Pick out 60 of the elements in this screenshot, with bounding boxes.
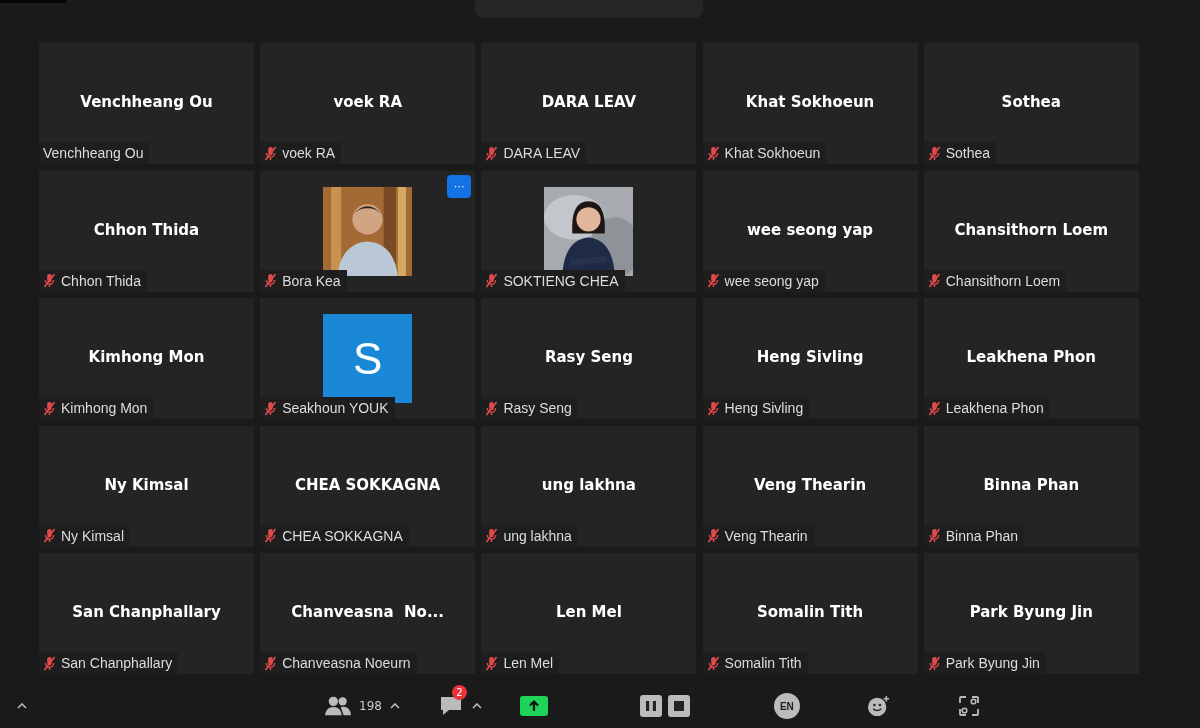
participant-name: Leakhena Phon [966, 348, 1096, 366]
unread-badge: 2 [451, 685, 467, 700]
participant-label: Rasy Seng [503, 400, 572, 416]
participant-label: Chansithorn Loem [945, 272, 1061, 289]
participant-name: Veng Thearin [754, 475, 867, 494]
participant-name: Khat Sokhoeun [745, 93, 875, 111]
participant-label: Leakhena Phon [945, 400, 1044, 416]
participant-label: Heng Sivling [724, 400, 804, 416]
participant-label: Park Byung Jin [945, 655, 1040, 671]
participant-label: Kimhong Mon [61, 400, 148, 416]
avatar-icon: S [323, 314, 413, 403]
participant-name: Somalin Tith [756, 603, 864, 621]
stop-button[interactable] [667, 695, 690, 717]
chevron-up-icon[interactable] [389, 703, 400, 709]
participant-label: Ny Kimsal [61, 527, 124, 544]
language-button[interactable]: EN [773, 693, 800, 719]
participant-label: DARA LEAV [503, 145, 581, 161]
participant-name: Kimhong Mon [88, 348, 205, 366]
participant-name: Venchheang Ou [80, 93, 213, 111]
participant-name: Heng Sivling [756, 348, 864, 366]
participant-name: Ny Kimsal [104, 475, 189, 494]
participant-name: Len Mel [555, 603, 622, 621]
participant-label: Chhon Thida [61, 272, 141, 289]
participant-label: Sothea [945, 145, 991, 161]
participant-name: Park Byung Jin [969, 603, 1093, 621]
participant-label: SOKTIENG CHEA [503, 272, 619, 289]
participant-label: voek RA [282, 145, 336, 161]
participant-name: San Chanphallary [72, 603, 221, 621]
participant-label: ung lakhna [503, 527, 572, 544]
participant-label: Veng Thearin [724, 527, 808, 544]
participant-label: wee seong yap [724, 272, 819, 289]
participants-icon[interactable] [325, 695, 351, 717]
participant-label: Khat Sokhoeun [724, 145, 821, 161]
participant-name: Sothea [1001, 93, 1061, 111]
chevron-up-icon[interactable] [471, 703, 482, 709]
participant-label: San Chanphallary [61, 655, 173, 671]
pause-button[interactable] [639, 695, 662, 717]
participant-label: Binna Phan [945, 527, 1019, 544]
participant-label: Bora Kea [282, 272, 341, 289]
participant-name: voek RA [333, 93, 402, 111]
participant-label: Chanveasna Noeurn [282, 655, 411, 671]
participant-label: Seakhoun YOUK [282, 400, 389, 416]
participant-label: Len Mel [503, 655, 554, 671]
participant-name: Chanveasna No... [291, 603, 445, 621]
chevron-up-icon[interactable] [17, 703, 27, 709]
share-screen-button[interactable] [519, 696, 548, 716]
participants-count: 198 [359, 699, 382, 713]
more-options-button[interactable]: ··· [447, 174, 472, 198]
reactions-icon[interactable] [865, 695, 892, 717]
participant-name: wee seong yap [747, 220, 874, 239]
participant-name: DARA LEAV [541, 93, 637, 111]
participant-name: ung lakhna [541, 475, 636, 494]
participant-name: CHEA SOKKAGNA [294, 475, 441, 494]
participant-label: Venchheang Ou [43, 145, 144, 161]
participant-name: Chansithorn Loem [954, 220, 1109, 239]
participant-name: Binna Phan [983, 475, 1080, 494]
participant-name: Chhon Thida [93, 220, 200, 239]
participant-label: Somalin Tith [724, 655, 802, 671]
participant-name: Rasy Seng [544, 348, 633, 366]
participant-label: CHEA SOKKAGNA [282, 527, 403, 544]
